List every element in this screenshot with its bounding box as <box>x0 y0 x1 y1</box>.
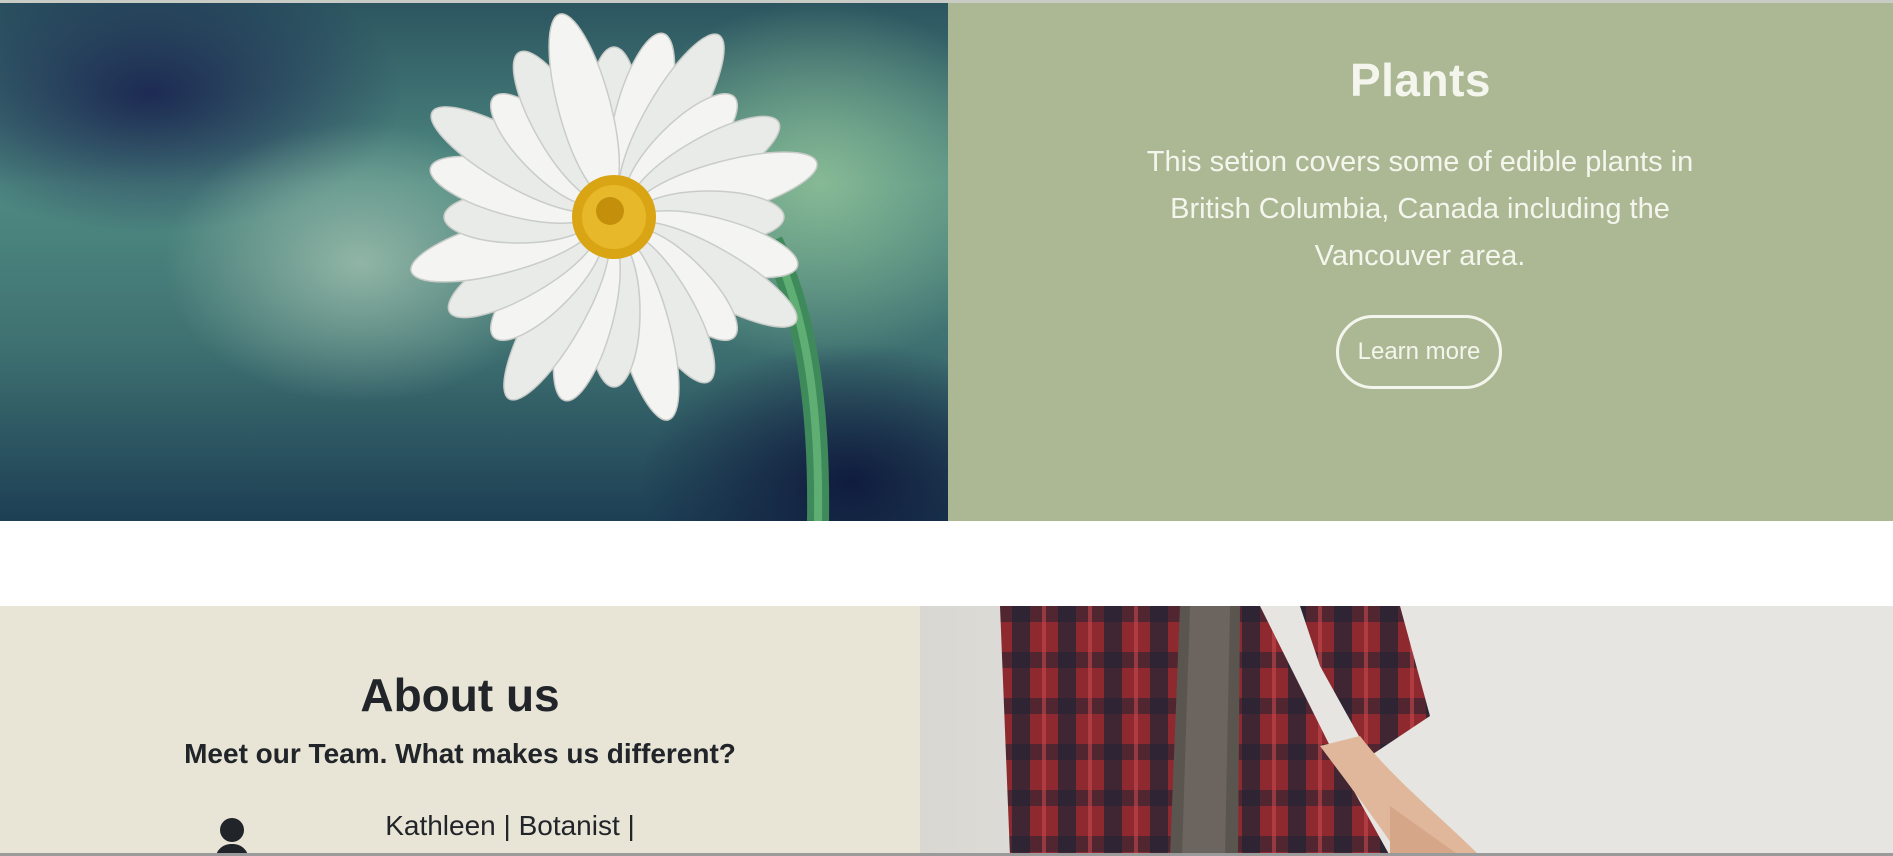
team-photo <box>920 606 1893 856</box>
plants-panel: Plants This setion covers some of edible… <box>948 3 1893 521</box>
plants-description: This setion covers some of edible plants… <box>1146 146 1694 272</box>
daisy-photo <box>0 3 948 521</box>
learn-more-button[interactable]: Learn more <box>1336 315 1502 389</box>
person-icon <box>212 816 252 856</box>
about-section: About us Meet our Team. What makes us di… <box>0 606 1893 856</box>
plants-title: Plants <box>1349 54 1492 106</box>
plants-section: Plants This setion covers some of edible… <box>0 3 1893 521</box>
about-subtitle: Meet our Team. What makes us different? <box>184 738 736 769</box>
team-photo-illustration <box>1000 606 1893 856</box>
daisy-illustration <box>410 13 830 521</box>
about-title: About us <box>360 669 560 721</box>
team-member-name: Kathleen | Botanist | <box>385 810 635 841</box>
team-member: Kathleen | Botanist | <box>200 804 720 856</box>
about-panel: About us Meet our Team. What makes us di… <box>0 606 920 856</box>
